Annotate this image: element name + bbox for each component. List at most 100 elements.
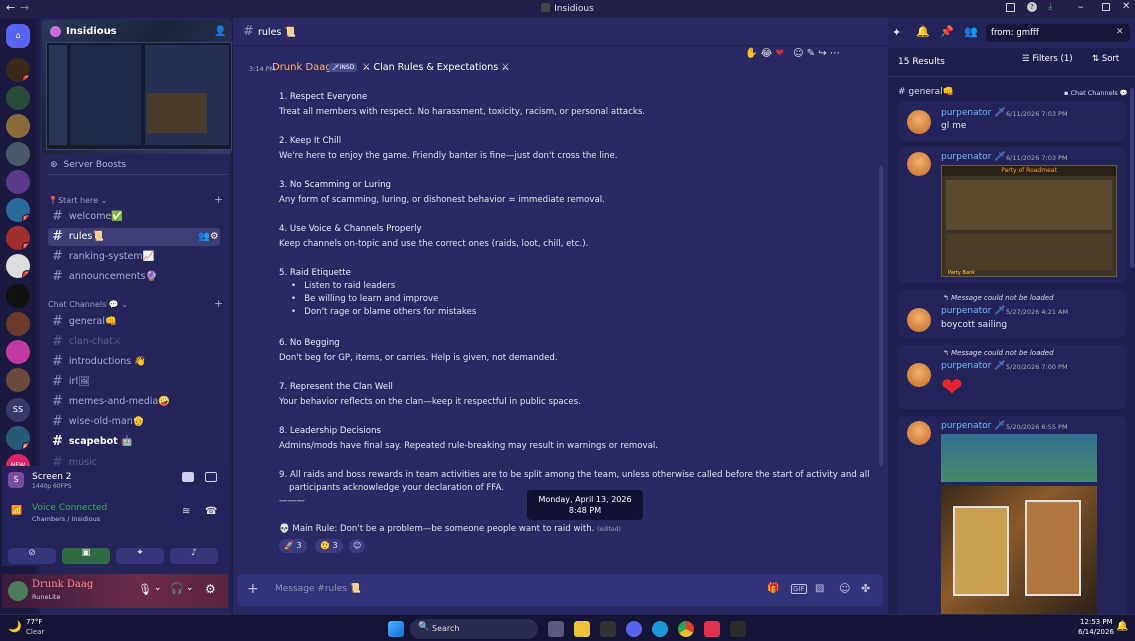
maximize-icon[interactable]: [1102, 3, 1110, 11]
server-icon-9[interactable]: [6, 284, 30, 308]
category-chat-channels[interactable]: Chat Channels 💬 ⌄: [48, 300, 128, 309]
clear-search-icon[interactable]: ✕: [1116, 27, 1124, 37]
user-settings-icon[interactable]: ⚙: [205, 582, 216, 596]
channel-general[interactable]: # general👊: [48, 313, 220, 331]
add-channel-icon-2[interactable]: +: [214, 297, 223, 310]
channel-rules[interactable]: # rules📜 👥 ⚙: [48, 228, 220, 246]
channel-scapebot[interactable]: # scapebot 🤖: [48, 433, 220, 451]
search-result[interactable]: purpenator 🗡 6/11/2026 7:03 PM Party of …: [898, 147, 1126, 283]
server-icon-1[interactable]: 1: [6, 58, 30, 82]
channel-announcements[interactable]: # announcements🔮: [48, 268, 220, 286]
music-app-icon[interactable]: [704, 621, 720, 637]
download-icon[interactable]: ⤓: [1048, 1, 1052, 12]
forward-icon[interactable]: ↪: [818, 48, 826, 59]
help-icon[interactable]: ?: [1027, 2, 1037, 12]
file-explorer-icon[interactable]: [574, 621, 590, 637]
gear-icon[interactable]: ⚙: [210, 228, 219, 246]
apps-icon[interactable]: ✤: [861, 582, 870, 595]
inbox-icon[interactable]: [1006, 3, 1015, 12]
server-icon-8[interactable]: 3: [6, 254, 30, 278]
chevron-down-icon[interactable]: ⌄: [154, 583, 162, 593]
popout-icon[interactable]: [205, 472, 217, 482]
microphone-icon[interactable]: 🎙: [138, 583, 152, 596]
game-screenshot[interactable]: Party of Roadmeat Party Bank: [941, 165, 1117, 277]
clock-time[interactable]: 12:53 PM: [1080, 618, 1113, 626]
channel-ranking-system[interactable]: # ranking-system📈: [48, 248, 220, 266]
add-reaction-icon[interactable]: ☺: [793, 48, 803, 59]
member-list-icon[interactable]: 👥: [964, 25, 978, 38]
pin-icon[interactable]: 📌: [940, 25, 954, 38]
channel-wise-old-man[interactable]: # wise-old-man👴: [48, 413, 220, 431]
sort-button[interactable]: ⇅ Sort: [1092, 54, 1128, 70]
result-channel[interactable]: # general👊: [898, 87, 954, 97]
discord-home-icon[interactable]: ⌂: [6, 24, 30, 48]
result-channel-link[interactable]: ▪ Chat Channels 💬: [1064, 89, 1128, 97]
server-icon-13[interactable]: 81: [6, 426, 30, 450]
voice-channel[interactable]: Chambers / Insidious: [32, 515, 100, 523]
voice-status[interactable]: Voice Connected: [32, 503, 107, 513]
gif-icon[interactable]: GIF: [791, 584, 807, 594]
taskbar-search[interactable]: 🔍 Search: [410, 619, 538, 639]
search-result[interactable]: ↰ Message could not be loaded purpenator…: [898, 290, 1126, 338]
attach-icon[interactable]: +: [247, 581, 259, 597]
channel-clan-chat[interactable]: # clan-chat⚔: [48, 333, 220, 351]
camera-off-button[interactable]: ⊘: [8, 548, 56, 564]
scrollbar[interactable]: [879, 166, 883, 466]
chrome-icon[interactable]: [678, 621, 694, 637]
server-icon-7[interactable]: 18: [6, 226, 30, 250]
reaction-heart-icon[interactable]: ❤: [776, 48, 784, 59]
add-reaction-button[interactable]: ☺: [349, 539, 366, 553]
channel-memes-and-media[interactable]: # memes-and-media🤪: [48, 393, 220, 411]
results-scrollbar[interactable]: [1130, 88, 1134, 268]
channel-irl[interactable]: # irl🖼: [48, 373, 220, 391]
server-icon-10[interactable]: [6, 312, 30, 336]
weather-temp[interactable]: 77°F: [26, 618, 42, 626]
windows-start-icon[interactable]: [388, 621, 404, 637]
reaction-raised-eyebrow[interactable]: 🤨 3: [315, 539, 343, 553]
threads-icon[interactable]: ✦: [892, 26, 901, 39]
server-icon-5[interactable]: [6, 170, 30, 194]
edge-icon[interactable]: [652, 621, 668, 637]
app-icon-x[interactable]: [600, 621, 616, 637]
server-banner[interactable]: Insidious ⌄ 👤: [42, 20, 232, 154]
server-icon-4[interactable]: [6, 142, 30, 166]
reaction-hand-icon[interactable]: ✋: [745, 48, 757, 59]
server-icon-3[interactable]: [6, 114, 30, 138]
user-avatar[interactable]: [8, 581, 28, 601]
server-icon-12[interactable]: [6, 368, 30, 392]
screen-share-button[interactable]: ▣: [62, 548, 110, 564]
filters-button[interactable]: ☰ Filters (1): [1022, 54, 1078, 70]
reaction-laugh-icon[interactable]: 😂: [761, 48, 773, 59]
disconnect-icon[interactable]: ☎: [205, 506, 217, 517]
message-author[interactable]: Drunk Daag: [272, 62, 332, 73]
search-result[interactable]: purpenator 🗡 5/20/2026 6:55 PM: [898, 416, 1126, 616]
server-icon-11[interactable]: [6, 340, 30, 364]
minimize-icon[interactable]: –: [1078, 0, 1084, 13]
notification-icon[interactable]: 🔔: [1116, 621, 1128, 632]
chevron-down-icon[interactable]: ⌄: [106, 25, 114, 35]
sticker-icon[interactable]: ▧: [815, 583, 824, 594]
invite-members-icon[interactable]: 👥: [198, 228, 210, 246]
emoji-icon[interactable]: ☺: [839, 582, 850, 595]
category-start-here[interactable]: 📍Start here ⌄: [48, 196, 107, 205]
close-icon[interactable]: ✕: [1122, 1, 1130, 12]
channel-introductions[interactable]: # introductions 👋: [48, 353, 220, 371]
server-icon-ss[interactable]: SS: [6, 398, 30, 422]
soundboard-button[interactable]: ♪: [170, 548, 218, 564]
photo-cards[interactable]: [941, 486, 1097, 616]
add-channel-icon[interactable]: +: [214, 193, 223, 206]
more-icon[interactable]: ⋯: [830, 48, 840, 59]
message-input[interactable]: Message #rules 📜: [275, 584, 361, 594]
game-screenshot[interactable]: [941, 434, 1097, 482]
noise-suppression-icon[interactable]: ≋: [182, 506, 190, 517]
reaction-rocket[interactable]: 🚀 3: [279, 539, 307, 553]
invite-icon[interactable]: 👤: [214, 26, 226, 37]
bell-icon[interactable]: 🔔: [916, 25, 930, 38]
task-view-icon[interactable]: [548, 621, 564, 637]
search-result[interactable]: purpenator 🗡 6/11/2026 7:03 PM gl me: [898, 101, 1126, 141]
runelite-icon[interactable]: [730, 621, 746, 637]
activities-button[interactable]: ✦: [116, 548, 164, 564]
stop-stream-icon[interactable]: [182, 472, 194, 482]
server-icon-6[interactable]: 17: [6, 198, 30, 222]
server-icon-2[interactable]: [6, 86, 30, 110]
